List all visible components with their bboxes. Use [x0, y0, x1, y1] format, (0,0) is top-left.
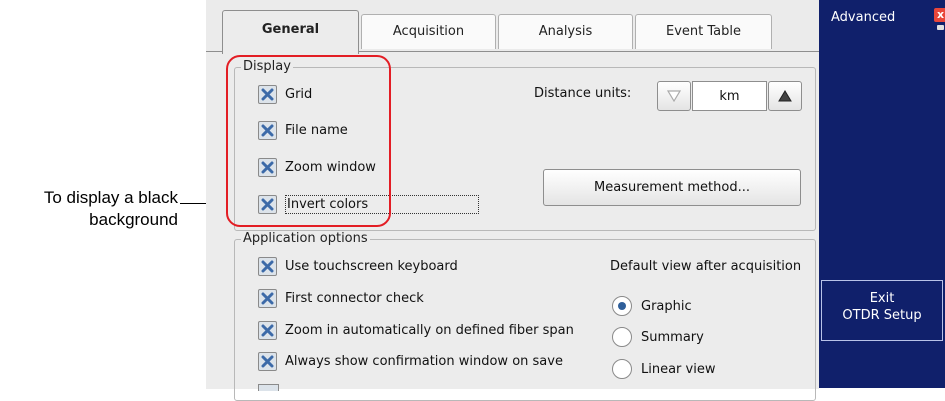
tab-analysis-label: Analysis — [538, 24, 593, 39]
file-name-label: File name — [285, 122, 348, 138]
first-connector-check-option[interactable]: First connector check — [258, 286, 424, 310]
view-graphic-label: Graphic — [641, 298, 692, 314]
check-x-icon — [261, 355, 274, 367]
zoom-window-checkbox[interactable] — [258, 157, 277, 177]
confirm-on-save-label: Always show confirmation window on save — [285, 353, 563, 369]
grid-checkbox[interactable] — [258, 84, 277, 104]
view-summary-option[interactable]: Summary — [612, 325, 704, 349]
touchscreen-keyboard-label: Use touchscreen keyboard — [285, 258, 458, 274]
default-view-label: Default view after acquisition — [610, 259, 802, 274]
invert-colors-checkbox[interactable] — [258, 194, 277, 214]
application-options-title: Application options — [241, 231, 370, 247]
distance-units-label: Distance units: — [534, 86, 632, 101]
confirm-on-save-option[interactable]: Always show confirmation window on save — [258, 349, 563, 373]
grid-option[interactable]: Grid — [258, 82, 312, 106]
check-x-icon — [261, 124, 274, 136]
check-x-icon — [261, 324, 274, 336]
view-linear-option[interactable]: Linear view — [612, 357, 715, 381]
check-x-icon — [261, 292, 274, 304]
exit-label-line-1: Exit — [869, 291, 895, 306]
file-name-checkbox[interactable] — [258, 120, 277, 140]
tab-general[interactable]: General — [222, 10, 359, 54]
zoom-fiber-span-label: Zoom in automatically on defined fiber s… — [285, 322, 574, 338]
tab-acquisition[interactable]: Acquisition — [361, 14, 496, 49]
check-x-icon — [261, 88, 274, 100]
check-x-icon — [261, 198, 274, 210]
zoom-window-label: Zoom window — [285, 159, 376, 175]
view-linear-label: Linear view — [641, 361, 716, 377]
first-connector-check-label: First connector check — [285, 290, 424, 306]
tab-general-label: General — [261, 22, 320, 37]
radio-selected-dot — [618, 302, 626, 310]
display-group-title: Display — [241, 59, 293, 75]
first-connector-check-checkbox[interactable] — [258, 288, 277, 308]
callout-annotation: To display a black background — [0, 187, 178, 231]
distance-units-value-text: km — [719, 88, 740, 104]
measurement-method-button[interactable]: Measurement method... — [543, 169, 801, 206]
invert-colors-label: Invert colors — [285, 194, 480, 214]
view-graphic-option[interactable]: Graphic — [612, 294, 692, 318]
check-x-icon — [261, 161, 274, 173]
zoom-fiber-span-option[interactable]: Zoom in automatically on defined fiber s… — [258, 318, 574, 342]
zoom-window-option[interactable]: Zoom window — [258, 155, 376, 179]
tab-event-table[interactable]: Event Table — [635, 14, 772, 49]
zoom-fiber-span-checkbox[interactable] — [258, 320, 277, 340]
distance-units-decrease-button[interactable] — [657, 81, 691, 111]
tab-analysis[interactable]: Analysis — [498, 14, 633, 49]
triangle-up-icon — [778, 90, 792, 102]
side-panel-title: Advanced — [831, 10, 896, 25]
check-x-icon — [261, 260, 274, 272]
touchscreen-keyboard-option[interactable]: Use touchscreen keyboard — [258, 254, 458, 278]
tab-strip: General Acquisition Analysis Event Table — [206, 0, 819, 54]
measurement-method-label: Measurement method... — [594, 180, 750, 195]
general-tab-panel: Display Grid File name Zoom window Inver… — [206, 51, 819, 401]
callout-line-2: background — [89, 210, 178, 229]
tab-acquisition-label: Acquisition — [392, 24, 465, 39]
distance-units-value: km — [692, 81, 767, 111]
grip-icon — [937, 25, 944, 30]
invert-colors-option[interactable]: Invert colors — [258, 192, 480, 216]
exit-label-line-2: OTDR Setup — [842, 308, 922, 323]
tab-event-table-label: Event Table — [666, 24, 741, 39]
exit-otdr-setup-button[interactable]: Exit OTDR Setup — [821, 280, 943, 341]
distance-units-increase-button[interactable] — [768, 81, 802, 111]
view-graphic-radio[interactable] — [612, 296, 632, 316]
view-summary-radio[interactable] — [612, 327, 632, 347]
triangle-down-icon — [667, 90, 681, 102]
touchscreen-keyboard-checkbox[interactable] — [258, 256, 277, 276]
grid-label: Grid — [285, 86, 313, 102]
close-icon[interactable]: x — [934, 8, 945, 22]
view-summary-label: Summary — [641, 329, 704, 345]
file-name-option[interactable]: File name — [258, 118, 348, 142]
callout-line-1: To display a black — [43, 188, 178, 207]
confirm-on-save-checkbox[interactable] — [258, 351, 277, 371]
view-linear-radio[interactable] — [612, 359, 632, 379]
